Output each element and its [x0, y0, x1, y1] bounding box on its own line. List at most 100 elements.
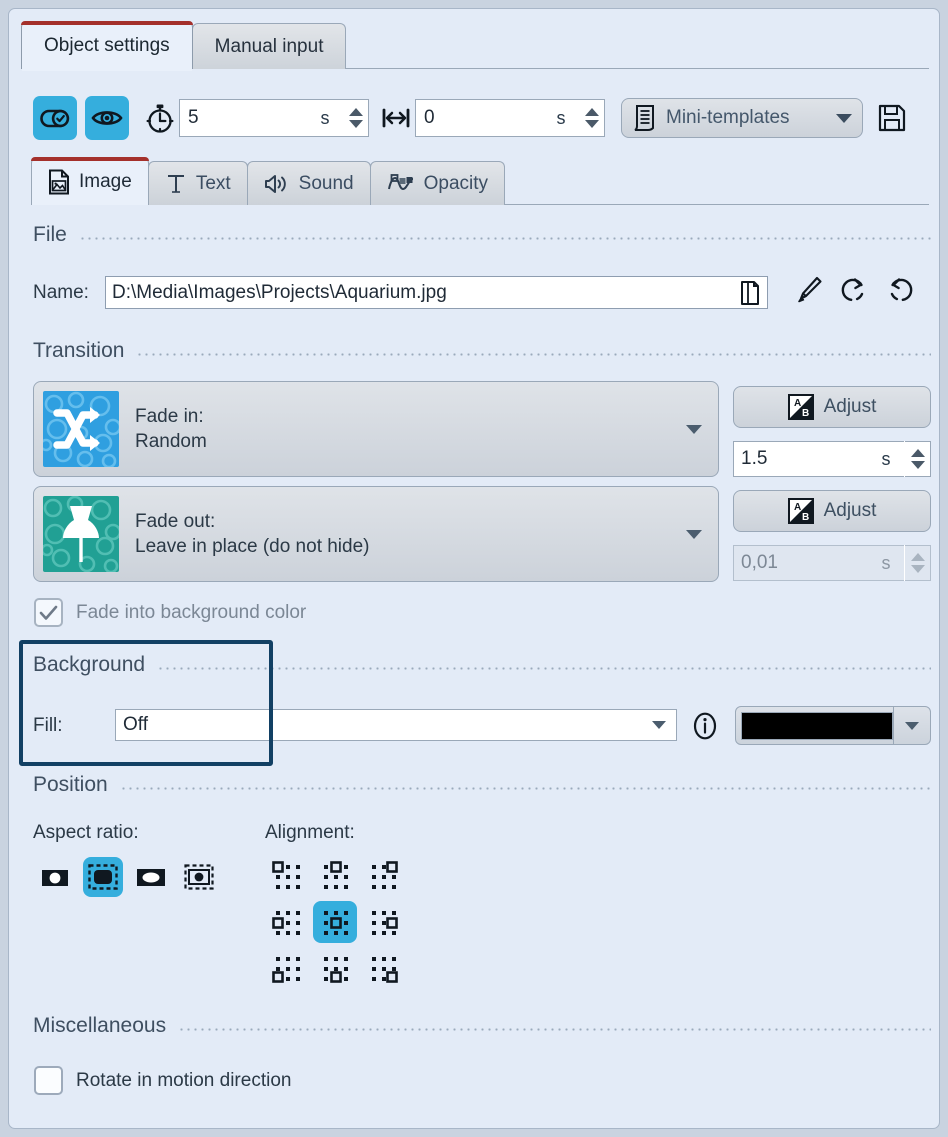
- fade-into-background-checkbox[interactable]: Fade into background color: [34, 598, 306, 627]
- text-T-icon: [167, 174, 184, 193]
- fill-dropdown[interactable]: Off: [115, 709, 677, 741]
- fade-into-background-checkbox-box[interactable]: [34, 598, 63, 627]
- aspect-ratio-stretch[interactable]: [179, 857, 219, 897]
- delay-stepper[interactable]: [578, 100, 604, 136]
- fade-out-duration-value: 0,01: [741, 552, 778, 573]
- rotate-left-button[interactable]: [839, 275, 869, 305]
- tab-sound[interactable]: Sound: [246, 161, 371, 205]
- fade-in-duration-value[interactable]: 1.5: [734, 448, 868, 470]
- fade-out-chevron-down-icon[interactable]: [686, 529, 702, 539]
- image-tools: [795, 275, 915, 305]
- background-color-dropdown-button[interactable]: [893, 707, 930, 744]
- svg-text:A: A: [794, 502, 801, 513]
- check-icon: [39, 605, 58, 620]
- ab-adjust-icon: A B: [787, 394, 814, 420]
- align-top-right[interactable]: [361, 855, 405, 897]
- fade-in-duration-stepper[interactable]: [904, 441, 930, 477]
- tab-text[interactable]: Text: [147, 161, 248, 205]
- fade-out-adjust-button[interactable]: A B Adjust: [733, 490, 931, 532]
- edit-image-button[interactable]: [795, 275, 823, 305]
- file-section-title: File: [33, 223, 67, 246]
- aspect-ratio-fit[interactable]: [83, 857, 123, 897]
- tab-manual-input[interactable]: Manual input: [191, 23, 347, 69]
- align-middle-center[interactable]: [313, 901, 357, 943]
- duration-stepper-up[interactable]: [348, 108, 363, 116]
- align-middle-right-icon: [372, 911, 398, 935]
- background-color-chevron-down-icon[interactable]: [905, 721, 919, 730]
- fade-in-duration-stepper-down[interactable]: [910, 461, 925, 469]
- duration-value[interactable]: 5: [180, 100, 308, 136]
- align-bottom-center[interactable]: [313, 947, 357, 989]
- delay-field[interactable]: 0 s: [415, 99, 605, 137]
- fade-in-chevron-down-icon[interactable]: [686, 424, 702, 434]
- mini-templates-button[interactable]: Mini-templates: [621, 98, 863, 138]
- align-middle-right[interactable]: [361, 901, 405, 943]
- toggle-switch-icon: [40, 109, 70, 128]
- aspect-ratio-stretch-icon: [184, 864, 214, 890]
- fade-in-selector[interactable]: Fade in: Random: [33, 381, 719, 477]
- mini-templates-label: Mini-templates: [666, 107, 790, 128]
- folder-open-icon: [741, 280, 759, 305]
- misc-section-header: Miscellaneous: [33, 1012, 931, 1040]
- fade-in-duration-stepper-up[interactable]: [910, 449, 925, 457]
- duration-icon-wrap: [145, 102, 175, 134]
- name-input[interactable]: D:\Media\Images\Projects\Aquarium.jpg: [105, 276, 768, 309]
- tab-object-settings[interactable]: Object settings: [21, 21, 193, 71]
- fade-in-adjust-button[interactable]: A B Adjust: [733, 386, 931, 428]
- align-top-center-icon: [324, 861, 348, 889]
- background-section-header: Background: [33, 651, 931, 679]
- name-label: Name:: [33, 282, 89, 303]
- fade-in-duration-field[interactable]: 1.5 s: [733, 441, 931, 477]
- aspect-ratio-options: [35, 857, 219, 897]
- rotate-in-motion-checkbox[interactable]: Rotate in motion direction: [34, 1066, 291, 1095]
- rotate-right-icon: [890, 278, 913, 302]
- tab-opacity[interactable]: Opacity: [369, 161, 506, 205]
- fade-out-duration-stepper: [904, 545, 930, 581]
- align-top-left[interactable]: [265, 855, 309, 897]
- name-input-value[interactable]: D:\Media\Images\Projects\Aquarium.jpg: [106, 282, 733, 304]
- rotate-right-button[interactable]: [885, 275, 915, 305]
- alignment-label: Alignment:: [265, 822, 355, 843]
- delay-icon-wrap: [381, 106, 411, 130]
- fade-in-texts: Fade in: Random: [135, 404, 686, 454]
- tab-text-label: Text: [195, 172, 231, 194]
- fill-dropdown-value: Off: [123, 714, 148, 735]
- toggle-visibility-button[interactable]: [85, 96, 129, 140]
- object-settings-window: Object settings Manual input 5 s 0 s Min…: [8, 8, 940, 1129]
- browse-file-button[interactable]: [733, 277, 767, 308]
- save-button[interactable]: [877, 103, 907, 133]
- tab-active-cover: [22, 68, 192, 71]
- align-bottom-left-icon: [272, 957, 300, 983]
- duration-stepper[interactable]: [342, 100, 368, 136]
- aspect-ratio-original[interactable]: [35, 857, 75, 897]
- rotate-in-motion-checkbox-box[interactable]: [34, 1066, 63, 1095]
- misc-section-title: Miscellaneous: [33, 1014, 167, 1037]
- rotate-left-icon: [841, 278, 864, 302]
- duration-stepper-down[interactable]: [348, 120, 363, 128]
- fade-out-duration-stepper-up: [910, 553, 925, 561]
- tab-image[interactable]: Image: [31, 157, 149, 205]
- chevron-down-icon[interactable]: [836, 113, 852, 123]
- tab-object-settings-label: Object settings: [44, 34, 170, 56]
- fade-in-value: Random: [135, 431, 207, 452]
- background-color-picker[interactable]: [735, 706, 931, 745]
- object-toolbar: 5 s 0 s Mini-templates: [33, 95, 923, 141]
- toggle-enabled-button[interactable]: [33, 96, 77, 140]
- duration-field[interactable]: 5 s: [179, 99, 369, 137]
- align-bottom-right[interactable]: [361, 947, 405, 989]
- fade-out-duration-stepper-down: [910, 565, 925, 573]
- align-bottom-left[interactable]: [265, 947, 309, 989]
- delay-value[interactable]: 0: [416, 100, 544, 136]
- top-tab-bar: Object settings Manual input: [21, 21, 347, 71]
- shuffle-icon: [43, 391, 119, 467]
- fill-info-button[interactable]: [691, 712, 719, 740]
- align-top-center[interactable]: [313, 855, 357, 897]
- align-middle-left[interactable]: [265, 901, 309, 943]
- fill-chevron-down-icon[interactable]: [652, 721, 666, 729]
- tab-image-label: Image: [79, 170, 132, 192]
- delay-stepper-down[interactable]: [584, 120, 599, 128]
- background-color-swatch[interactable]: [741, 711, 893, 740]
- delay-stepper-up[interactable]: [584, 108, 599, 116]
- fade-out-selector[interactable]: Fade out: Leave in place (do not hide): [33, 486, 719, 582]
- aspect-ratio-fill[interactable]: [131, 857, 171, 897]
